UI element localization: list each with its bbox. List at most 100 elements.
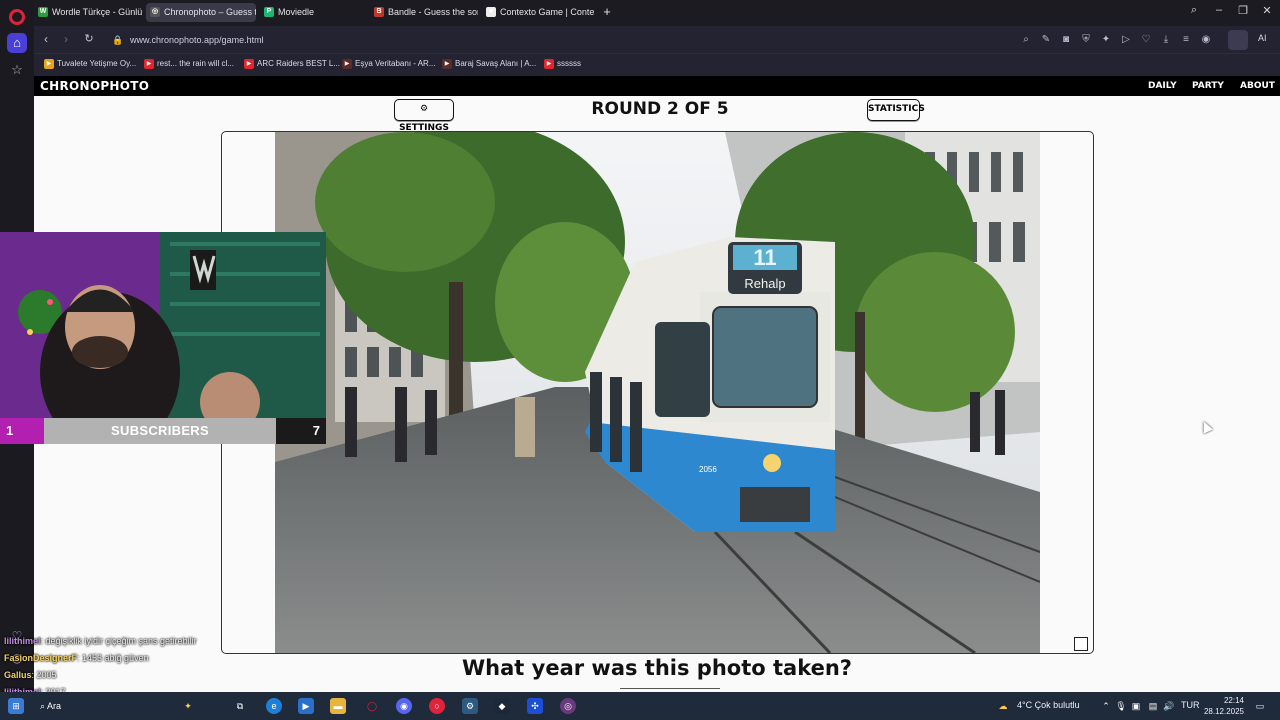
menu-icon[interactable]: ≡ — [1179, 33, 1193, 47]
photo-frame: 11 Rehalp 2056 — [221, 131, 1094, 654]
tram-destination: Rehalp — [744, 276, 785, 291]
forward-icon[interactable]: › — [58, 32, 74, 46]
minimize-icon[interactable]: – — [1209, 4, 1229, 16]
fullscreen-icon[interactable] — [1074, 637, 1088, 651]
extensions-icon[interactable] — [1228, 30, 1248, 50]
chat-text: : 2005 — [31, 670, 57, 680]
tab-4[interactable]: B Bandle - Guess the song, — [370, 3, 478, 22]
heart-toolbar-icon[interactable]: ♡ — [1139, 33, 1153, 47]
bookmark-item[interactable]: ▶ ssssss — [544, 59, 581, 69]
home-icon[interactable]: ⌂ — [7, 33, 27, 53]
star-icon[interactable]: ☆ — [7, 60, 27, 80]
tab-5[interactable]: ■ Contexto Game | Context — [482, 3, 594, 22]
chat-message: Gallus: 2005 — [4, 670, 57, 680]
bookmark-label: Eşya Veritabanı - AR... — [355, 59, 436, 68]
chat-username: FasionDesignerF — [4, 653, 78, 663]
close-window-icon[interactable]: ✕ — [1257, 4, 1277, 17]
bookmark-icon: ▶ — [144, 59, 154, 69]
webcam-overlay — [0, 232, 326, 418]
bookmark-item[interactable]: ▶ Tuvalete Yetişme Oy... — [44, 59, 136, 69]
shield-icon[interactable]: ⛨ — [1079, 33, 1093, 47]
camera-icon[interactable]: ◙ — [1059, 33, 1073, 47]
search-icon[interactable]: ⌕ — [1019, 33, 1033, 47]
tab-favicon-icon: ◎ — [150, 7, 160, 17]
aria-ai-button[interactable]: AI — [1258, 33, 1267, 43]
app-icon[interactable]: ▶ — [298, 698, 314, 714]
settings-button[interactable]: ⚙ SETTINGS — [394, 99, 454, 133]
nav-party[interactable]: PARTY — [1192, 81, 1224, 91]
discord-icon[interactable]: ◉ — [396, 698, 412, 714]
nav-daily[interactable]: DAILY — [1148, 81, 1177, 91]
bookmark-item[interactable]: ▶ Baraj Savaş Alanı | A... — [442, 59, 536, 69]
weather-text[interactable]: 4°C Çok bulutlu — [1017, 700, 1080, 710]
clock-date: 28.12.2025 — [1203, 707, 1244, 716]
opera-taskbar-icon[interactable]: ◯ — [364, 698, 380, 714]
chat-text: : 1453 abiğ güven — [77, 653, 149, 663]
notifications-icon[interactable]: ▭ — [1252, 698, 1268, 714]
tram-number: 2056 — [699, 465, 717, 474]
tab-label: Moviedle — [278, 7, 315, 17]
bookmark-icon: ▶ — [442, 59, 452, 69]
new-tab-icon[interactable]: + — [600, 5, 614, 19]
lock-icon: 🔒 — [112, 35, 124, 45]
bookmark-item[interactable]: ▶ rest... the rain will cl... — [144, 59, 234, 69]
download-icon[interactable]: ⤓ — [1159, 33, 1173, 47]
opera-gx-icon[interactable]: ○ — [429, 698, 445, 714]
file-explorer-icon[interactable]: ▬ — [330, 698, 346, 714]
tray-app-icon[interactable]: ▣ — [1128, 698, 1144, 714]
opera-logo-icon[interactable] — [9, 9, 25, 25]
taskbar-clock[interactable]: 22:14 28.12.2025 — [1196, 695, 1244, 717]
site-header: CHRONOPHOTO DAILY PARTY ABOUT — [34, 76, 1280, 96]
edit-icon[interactable]: ✎ — [1039, 33, 1053, 47]
volume-icon[interactable]: 🔊 — [1161, 698, 1177, 714]
subscriber-bar: 1 SUBSCRIBERS 7 — [0, 418, 326, 444]
tab-3[interactable]: P Moviedle — [260, 3, 364, 22]
bookmark-label: ARC Raiders BEST L... — [257, 59, 340, 68]
task-view-icon[interactable]: ⧉ — [232, 698, 248, 714]
tab-label: Contexto Game | Context — [500, 7, 594, 17]
url-field[interactable]: 🔒 www.chronophoto.app/game.html — [106, 30, 1086, 50]
chat-username: Gallus — [4, 670, 32, 680]
game-photo: 11 Rehalp 2056 — [275, 132, 1040, 653]
obs-icon[interactable]: ◎ — [560, 698, 576, 714]
search-tabs-icon[interactable]: ⌕ — [1184, 4, 1204, 17]
round-title: ROUND 2 OF 5 — [591, 99, 729, 119]
tab-strip: W Wordle Türkçe - Günlük K ◎ Chronophoto – … — [34, 0, 1280, 26]
statistics-button[interactable]: STATISTICS — [867, 99, 925, 121]
address-toolbar: ‹ › ↻ 🔒 www.chronophoto.app/game.html ⌕ … — [34, 26, 1280, 54]
nav-about[interactable]: ABOUT — [1240, 81, 1275, 91]
tab-1[interactable]: W Wordle Türkçe - Günlük K — [34, 3, 142, 22]
play-icon[interactable]: ▷ — [1119, 33, 1133, 47]
profile-icon[interactable]: ◉ — [1199, 33, 1213, 47]
back-icon[interactable]: ‹ — [38, 32, 54, 46]
chat-username: lilithimel — [4, 636, 41, 646]
tab-label: Wordle Türkçe - Günlük K — [52, 7, 142, 17]
start-icon[interactable]: ⊞ — [8, 698, 24, 714]
vpn-icon[interactable]: ✦ — [1099, 33, 1113, 47]
network-icon[interactable]: ▤ — [1145, 698, 1161, 714]
tab-favicon-icon: P — [264, 7, 274, 17]
settings-app-icon[interactable]: ⚙ — [462, 698, 478, 714]
edge-icon[interactable]: e — [266, 698, 282, 714]
question-prompt: What year was this photo taken? — [462, 656, 852, 680]
webcam-image — [0, 232, 326, 418]
tray-chevron-icon[interactable]: ⌃ — [1098, 698, 1114, 714]
bookmark-item[interactable]: ▶ Eşya Veritabanı - AR... — [342, 59, 436, 69]
weather-icon[interactable]: ☁ — [995, 698, 1011, 714]
steam-icon[interactable]: ◆ — [494, 698, 510, 714]
copilot-icon[interactable]: ✦ — [180, 698, 196, 714]
tab-2[interactable]: ◎ Chronophoto – Guess the — [146, 3, 256, 22]
tab-favicon-icon: ■ — [486, 7, 496, 17]
mic-icon[interactable]: 🎙 — [1113, 698, 1129, 714]
tab-favicon-icon: B — [374, 7, 384, 17]
bookmark-icon: ▶ — [544, 59, 554, 69]
site-logo[interactable]: CHRONOPHOTO — [40, 79, 149, 93]
bookmark-item[interactable]: ▶ ARC Raiders BEST L... — [244, 59, 340, 69]
bookmark-icon: ▶ — [44, 59, 54, 69]
subscribers-label: SUBSCRIBERS — [111, 423, 209, 438]
restore-icon[interactable]: ❐ — [1233, 4, 1253, 17]
battlenet-icon[interactable]: ✣ — [527, 698, 543, 714]
reload-icon[interactable]: ↻ — [81, 32, 97, 45]
search-taskbar[interactable]: ⌕ Ara — [40, 698, 100, 714]
bookmark-label: ssssss — [557, 59, 581, 68]
